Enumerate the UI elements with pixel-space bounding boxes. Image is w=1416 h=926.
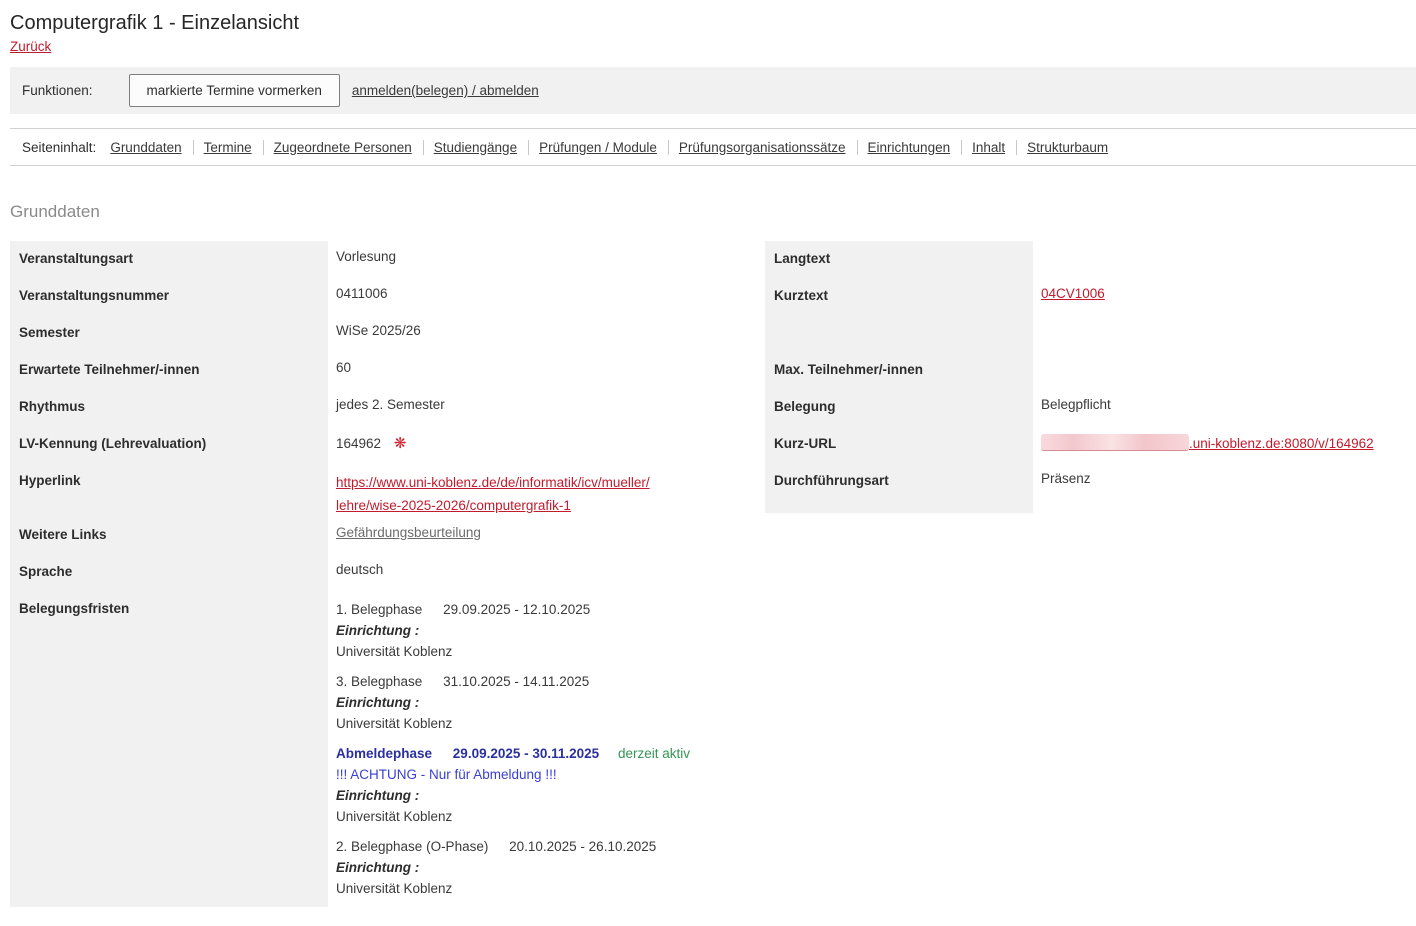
nav-link-einrichtungen[interactable]: Einrichtungen — [868, 140, 963, 155]
einrichtung-value: Universität Koblenz — [336, 713, 747, 734]
abmeldephase: Abmeldephase 29.09.2025 - 30.11.2025 der… — [336, 743, 747, 827]
value-belegung: Belegpflicht — [1033, 389, 1416, 426]
value-kurztext: 04CV1006 — [1033, 278, 1416, 315]
label-langtext: Langtext — [765, 241, 1033, 278]
gefaehrdungsbeurteilung-link[interactable]: Gefährdungsbeurteilung — [336, 525, 481, 540]
back-link[interactable]: Zurück — [10, 39, 51, 54]
value-veranstaltungsart: Vorlesung — [328, 241, 755, 278]
label-weitere-links: Weitere Links — [10, 517, 328, 554]
value-langtext — [1033, 241, 1416, 278]
belegphase-1: 1. Belegphase 29.09.2025 - 12.10.2025 Ei… — [336, 599, 747, 662]
label-veranstaltungsart: Veranstaltungsart — [10, 241, 328, 278]
empty-row-label — [765, 315, 1033, 352]
reserve-marked-dates-button[interactable]: markierte Termine vormerken — [129, 74, 340, 107]
label-kurz-url: Kurz-URL — [765, 426, 1033, 463]
nav-link-grunddaten[interactable]: Grunddaten — [110, 140, 193, 155]
course-hyperlink[interactable]: https://www.uni-koblenz.de/de/informatik… — [336, 471, 747, 517]
functions-bar: Funktionen: markierte Termine vormerken … — [10, 67, 1416, 114]
page-content-nav: Seiteninhalt: Grunddaten Termine Zugeord… — [10, 128, 1416, 166]
grunddaten-left-table: Veranstaltungsart Vorlesung Veranstaltun… — [10, 241, 755, 907]
page-title: Computergrafik 1 - Einzelansicht — [10, 12, 1416, 35]
empty-row-value — [1033, 315, 1416, 352]
section-heading-grunddaten: Grunddaten — [10, 202, 1416, 222]
value-belegungsfristen: 1. Belegphase 29.09.2025 - 12.10.2025 Ei… — [328, 591, 755, 907]
einrichtung-label: Einrichtung : — [336, 692, 747, 713]
label-sprache: Sprache — [10, 554, 328, 591]
nav-link-studiengaenge[interactable]: Studiengänge — [434, 140, 529, 155]
nav-link-pruefungsorganisationssaetze[interactable]: Prüfungsorganisationssätze — [679, 140, 858, 155]
label-lv-kennung: LV-Kennung (Lehrevaluation) — [10, 426, 328, 463]
einrichtung-value: Universität Koblenz — [336, 806, 747, 827]
label-belegungsfristen: Belegungsfristen — [10, 591, 328, 907]
belegphase-2-o-phase: 2. Belegphase (O-Phase) 20.10.2025 - 26.… — [336, 836, 747, 899]
label-hyperlink: Hyperlink — [10, 463, 328, 517]
label-belegung: Belegung — [765, 389, 1033, 426]
value-durchfuehrungsart: Präsenz — [1033, 463, 1416, 500]
value-veranstaltungsnummer: 0411006 — [328, 278, 755, 315]
value-hyperlink: https://www.uni-koblenz.de/de/informatik… — [328, 463, 755, 517]
einrichtung-value: Universität Koblenz — [336, 641, 747, 662]
label-max-teilnehmer: Max. Teilnehmer/-innen — [765, 352, 1033, 389]
grunddaten-right-table: Langtext Kurztext 04CV1006 Max. Teilnehm… — [765, 241, 1416, 513]
label-veranstaltungsnummer: Veranstaltungsnummer — [10, 278, 328, 315]
value-sprache: deutsch — [328, 554, 755, 591]
functions-label: Funktionen: — [22, 83, 93, 98]
nav-link-termine[interactable]: Termine — [204, 140, 264, 155]
belegphase-3: 3. Belegphase 31.10.2025 - 14.11.2025 Ei… — [336, 671, 747, 734]
abmeldephase-warning: !!! ACHTUNG - Nur für Abmeldung !!! — [336, 764, 747, 785]
phase-active-badge: derzeit aktiv — [618, 746, 690, 761]
value-kurz-url: .uni-koblenz.de:8080/v/164962 — [1033, 426, 1416, 463]
nav-link-inhalt[interactable]: Inhalt — [972, 140, 1017, 155]
register-deregister-link[interactable]: anmelden(belegen) / abmelden — [352, 83, 539, 98]
grunddaten-tables: Veranstaltungsart Vorlesung Veranstaltun… — [10, 241, 1416, 907]
nav-link-zugeordnete-personen[interactable]: Zugeordnete Personen — [274, 140, 424, 155]
value-max-teilnehmer — [1033, 352, 1416, 389]
course-hyperlink-line1: https://www.uni-koblenz.de/de/informatik… — [336, 471, 747, 494]
value-lv-kennung: 164962 ❋ — [328, 426, 755, 463]
value-rhythmus: jedes 2. Semester — [328, 389, 755, 426]
redacted-url-part — [1041, 434, 1189, 451]
kurztext-link[interactable]: 04CV1006 — [1041, 286, 1105, 301]
value-weitere-links: Gefährdungsbeurteilung — [328, 517, 755, 554]
einrichtung-value: Universität Koblenz — [336, 878, 747, 899]
right-table-bottom-spacer — [765, 500, 1033, 513]
value-erwartete-teilnehmer: 60 — [328, 352, 755, 389]
label-semester: Semester — [10, 315, 328, 352]
kurz-url-visible-text: .uni-koblenz.de:8080/v/164962 — [1189, 436, 1374, 451]
label-erwartete-teilnehmer: Erwartete Teilnehmer/-innen — [10, 352, 328, 389]
label-durchfuehrungsart: Durchführungsart — [765, 463, 1033, 500]
nav-link-strukturbaum[interactable]: Strukturbaum — [1027, 140, 1119, 155]
nav-link-pruefungen-module[interactable]: Prüfungen / Module — [539, 140, 669, 155]
value-semester: WiSe 2025/26 — [328, 315, 755, 352]
label-kurztext: Kurztext — [765, 278, 1033, 315]
einrichtung-label: Einrichtung : — [336, 785, 747, 806]
einrichtung-label: Einrichtung : — [336, 620, 747, 641]
label-rhythmus: Rhythmus — [10, 389, 328, 426]
lv-kennung-number: 164962 — [336, 436, 381, 451]
page-content-label: Seiteninhalt: — [22, 140, 96, 155]
kurz-url-link[interactable]: .uni-koblenz.de:8080/v/164962 — [1041, 436, 1374, 451]
einrichtung-label: Einrichtung : — [336, 857, 747, 878]
course-hyperlink-line2: lehre/wise-2025-2026/computergrafik-1 — [336, 494, 747, 517]
evaluation-star-icon: ❋ — [394, 435, 407, 452]
